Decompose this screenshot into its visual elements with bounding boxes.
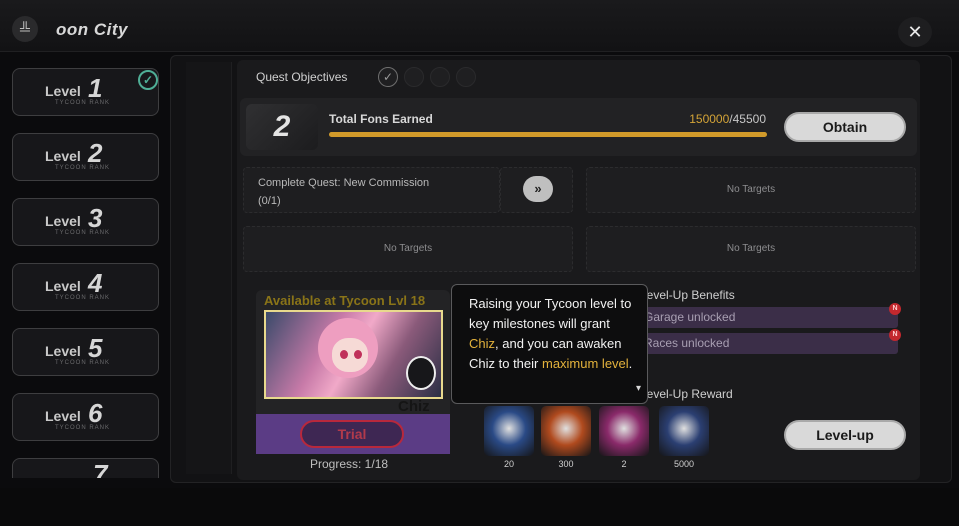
level-card-5[interactable]: Level 5 TYCOON RANK: [12, 328, 159, 376]
level-sub-label: TYCOON RANK: [55, 230, 111, 236]
fons-progress-fill: [329, 132, 767, 137]
level-card-6[interactable]: Level 6 TYCOON RANK: [12, 393, 159, 441]
level-number: 7: [93, 459, 108, 478]
gold-coin-icon[interactable]: [659, 406, 709, 456]
blue-orb-icon[interactable]: [484, 406, 534, 456]
reward-amount: 20: [503, 459, 514, 469]
objective-pending-icon: [404, 67, 424, 87]
character-portrait: [264, 310, 443, 399]
character-eye: [340, 350, 348, 359]
milestone-tooltip[interactable]: Raising your Tycoon level to key milesto…: [451, 284, 648, 404]
close-button[interactable]: ✕: [898, 17, 932, 47]
benefit-row: Races unlocked: [636, 333, 898, 354]
more-arrow-icon: ▾: [635, 383, 641, 394]
level-word: Level: [45, 278, 81, 294]
title-bar: ╩ oon City ✕: [0, 0, 959, 52]
trial-button[interactable]: Trial: [300, 420, 404, 448]
fuel-ticket-icon[interactable]: [541, 406, 591, 456]
new-badge: N: [889, 329, 901, 341]
character-name: Chiz: [398, 398, 430, 415]
level-up-button[interactable]: Level-up: [784, 420, 906, 450]
commission-text: Complete Quest: New Commission: [258, 177, 430, 189]
level-card-4[interactable]: Level 4 TYCOON RANK: [12, 263, 159, 311]
fons-current: 150000: [689, 112, 730, 126]
new-badge: N: [889, 303, 901, 315]
objective-pending-icon: [430, 67, 450, 87]
empty-target-slot: No Targets: [586, 226, 916, 272]
character-face: [332, 338, 368, 372]
obtain-button[interactable]: Obtain: [784, 112, 906, 142]
level-card-1[interactable]: Level 1 TYCOON RANK: [12, 68, 159, 116]
commission-quest-box: Complete Quest: New Commission (0/1): [243, 167, 500, 213]
reward-amount: 300: [558, 459, 574, 469]
level-word: Level: [45, 343, 81, 359]
window-title: oon City: [56, 20, 128, 39]
quest-objectives-label: Quest Objectives: [256, 70, 348, 84]
fons-progress-bar: [329, 132, 767, 137]
tooltip-text: Raising your Tycoon level to key milesto…: [469, 296, 632, 331]
level-card-2[interactable]: Level 2 TYCOON RANK: [12, 133, 159, 181]
bottom-bar: [0, 488, 959, 526]
reward-title: Level-Up Reward: [640, 387, 733, 401]
objective-pending-icon: [456, 67, 476, 87]
card-pack-icon[interactable]: [599, 406, 649, 456]
check-circle-icon: ✓: [138, 70, 158, 90]
level-sub-label: TYCOON RANK: [55, 165, 111, 171]
tooltip-text: .: [628, 356, 633, 371]
character-eye: [354, 350, 362, 359]
empty-target-slot: No Targets: [586, 167, 916, 213]
fons-value: 150000/45500: [640, 112, 766, 126]
level-word: Level: [45, 148, 81, 164]
go-to-quest-button[interactable]: »: [523, 176, 553, 202]
level-word: Level: [45, 83, 81, 99]
benefit-row: Garage unlocked: [636, 307, 898, 328]
tycoon-logo-icon: ╩: [12, 16, 38, 42]
level-sub-label: TYCOON RANK: [55, 360, 111, 366]
tooltip-highlight: Chiz: [469, 336, 496, 351]
benefits-title: Level-Up Benefits: [640, 288, 735, 302]
stage-badge: 2: [246, 104, 318, 150]
availability-label: Available at Tycoon Lvl 18: [264, 293, 426, 308]
reward-amount: 5000: [673, 459, 695, 469]
reward-amount: 2: [621, 459, 627, 469]
objective-complete-icon: ✓: [378, 67, 398, 87]
empty-target-slot: No Targets: [243, 226, 573, 272]
level-sub-label: TYCOON RANK: [55, 100, 111, 106]
level-sub-label: TYCOON RANK: [55, 425, 111, 431]
tooltip-highlight: maximum level: [541, 356, 629, 371]
card-progress-text: Progress: 1/18: [310, 457, 389, 471]
fons-label: Total Fons Earned: [329, 112, 433, 126]
level-card-7[interactable]: 7: [12, 458, 159, 478]
level-word: Level: [45, 408, 81, 424]
fons-target: 45500: [732, 112, 766, 126]
panel-divider: [186, 62, 232, 474]
commission-count: (0/1): [258, 195, 281, 207]
level-card-3[interactable]: Level 3 TYCOON RANK: [12, 198, 159, 246]
level-word: Level: [45, 213, 81, 229]
mascot-figure: [406, 356, 436, 390]
level-sidebar: Level 1 TYCOON RANK ✓ Level 2 TYCOON RAN…: [0, 58, 168, 478]
level-sub-label: TYCOON RANK: [55, 295, 111, 301]
